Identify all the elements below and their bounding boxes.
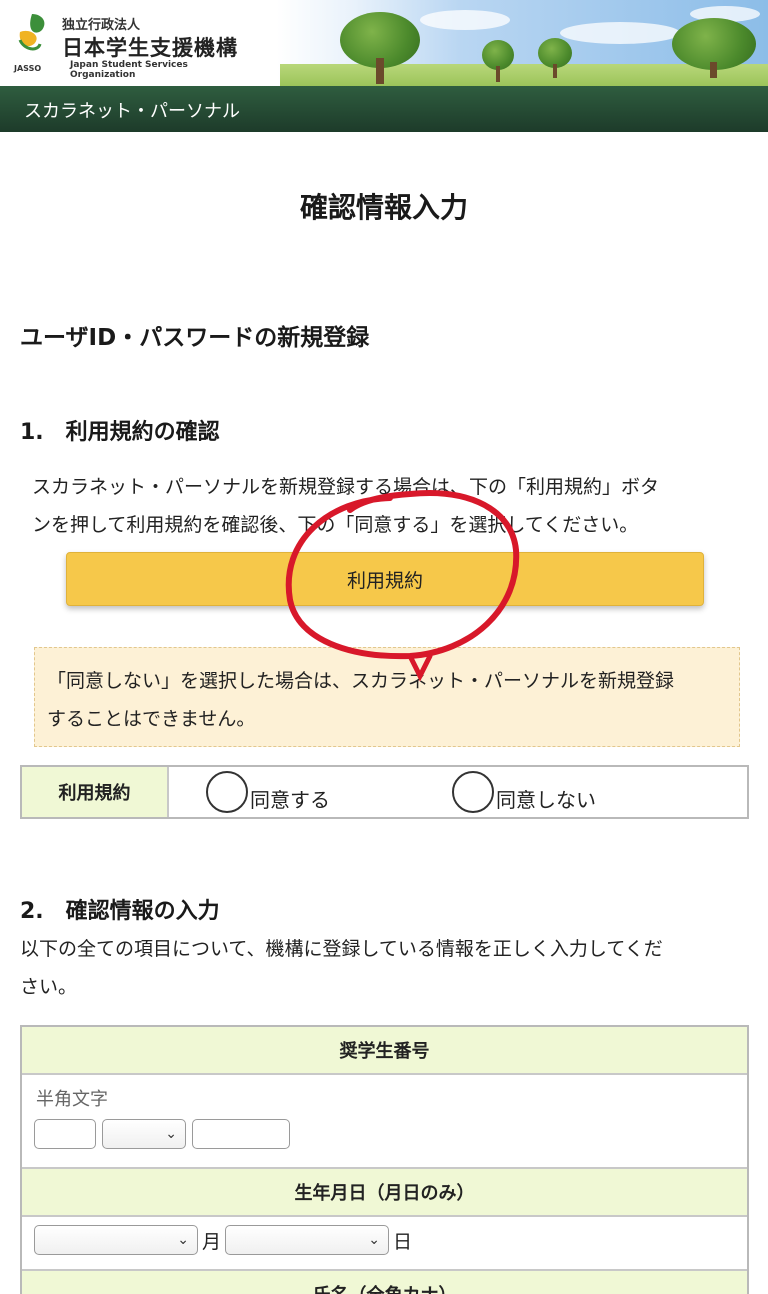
agree-radio[interactable]: 同意する — [206, 770, 330, 813]
birthdate-body: ⌄ 月 ⌄ 日 — [22, 1217, 747, 1271]
chevron-down-icon: ⌄ — [368, 1232, 381, 1248]
terms-button[interactable]: 利用規約 — [66, 552, 704, 606]
scholarship-number-select[interactable]: ⌄ — [102, 1119, 186, 1149]
instruction-line: ンを押して利用規約を確認後、下の「同意する」を選択してください。 — [32, 514, 639, 536]
disagree-notice: 「同意しない」を選択した場合は、スカラネット・パーソナルを新規登録 することはで… — [34, 647, 740, 747]
org-name-en: Japan Student Services Organization — [70, 60, 188, 80]
org-type: 独立行政法人 — [62, 18, 141, 33]
service-name: スカラネット・パーソナル — [24, 101, 240, 122]
scholarship-number-part2-input[interactable] — [192, 1119, 290, 1149]
name-kana-header: 氏名（全角カナ） — [22, 1271, 747, 1294]
service-title-bar: スカラネット・パーソナル — [0, 86, 768, 132]
scholarship-number-inputs: ⌄ — [34, 1119, 735, 1149]
tree-decoration — [538, 38, 572, 78]
cloud-decoration — [420, 10, 510, 30]
cloud-decoration — [560, 22, 680, 44]
step1-instructions: スカラネット・パーソナルを新規登録する場合は、下の「利用規約」ボタ ンを押して利… — [32, 468, 752, 544]
confirmation-form: 奨学生番号 半角文字 ⌄ 生年月日（月日のみ） ⌄ 月 ⌄ 日 氏名（全角カナ） — [20, 1025, 749, 1294]
scholarship-number-body: 半角文字 ⌄ — [22, 1075, 747, 1169]
half-width-hint: 半角文字 — [36, 1089, 108, 1110]
jasso-leaf-icon — [18, 14, 45, 51]
tree-decoration — [482, 40, 514, 82]
instruction-line: さい。 — [20, 976, 78, 998]
agreement-label: 利用規約 — [22, 767, 169, 817]
instruction-line: スカラネット・パーソナルを新規登録する場合は、下の「利用規約」ボタ — [32, 476, 660, 498]
page-title: 確認情報入力 — [299, 191, 468, 224]
terms-button-label: 利用規約 — [346, 569, 423, 592]
birth-month-select[interactable]: ⌄ — [34, 1225, 198, 1255]
step2-instructions: 以下の全ての項目について、機構に登録している情報を正しく入力してくだ さい。 — [20, 930, 755, 1006]
birth-day-select[interactable]: ⌄ — [225, 1225, 390, 1255]
instruction-line: 以下の全ての項目について、機構に登録している情報を正しく入力してくだ — [20, 938, 663, 960]
step2-title: 2. 確認情報の入力 — [20, 899, 220, 924]
step1-title: 1. 利用規約の確認 — [20, 420, 220, 445]
tree-decoration — [672, 18, 756, 78]
tree-decoration — [340, 12, 420, 86]
disagree-radio-label: 同意しない — [496, 788, 596, 812]
disagree-radio[interactable]: 同意しない — [452, 770, 596, 813]
jasso-logo[interactable]: 独立行政法人 日本学生支援機構 JASSO Japan Student Serv… — [12, 10, 252, 80]
birthdate-header: 生年月日（月日のみ） — [22, 1169, 747, 1217]
radio-circle-icon[interactable] — [452, 770, 494, 813]
scholarship-number-header: 奨学生番号 — [22, 1027, 747, 1075]
agreement-row: 利用規約 — [20, 765, 749, 819]
chevron-down-icon: ⌄ — [165, 1126, 177, 1142]
day-unit: 日 — [393, 1230, 413, 1253]
header-banner: 独立行政法人 日本学生支援機構 JASSO Japan Student Serv… — [0, 0, 768, 86]
scholarship-number-part1-input[interactable] — [34, 1119, 96, 1149]
month-unit: 月 — [202, 1230, 222, 1253]
agree-radio-label: 同意する — [250, 788, 330, 812]
notice-line: することはできません。 — [47, 708, 256, 730]
notice-line: 「同意しない」を選択した場合は、スカラネット・パーソナルを新規登録 — [47, 670, 675, 692]
section-title: ユーザID・パスワードの新規登録 — [20, 325, 370, 351]
chevron-down-icon: ⌄ — [177, 1232, 189, 1248]
radio-circle-icon[interactable] — [206, 770, 248, 813]
org-abbr: JASSO — [14, 64, 42, 73]
birthdate-inputs: ⌄ 月 ⌄ 日 — [34, 1225, 735, 1255]
org-name: 日本学生支援機構 — [62, 36, 238, 60]
